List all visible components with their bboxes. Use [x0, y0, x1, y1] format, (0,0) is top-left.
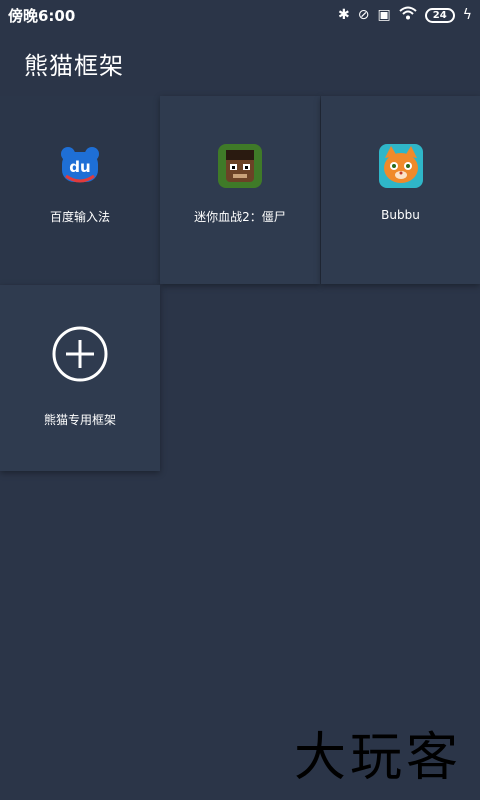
sim-icon: ▣: [377, 7, 391, 23]
add-framework-label: 熊猫专用框架: [43, 413, 116, 427]
app-label: 百度输入法: [49, 210, 110, 224]
status-icons: ✱ ⊘ ▣ 24 ϟ: [338, 6, 472, 24]
battery-level: 24: [432, 9, 447, 21]
app-grid: du 百度输入法 迷你血战2：僵尸 Bubbu 熊猫专用框架: [0, 96, 480, 476]
app-tile-bubbu[interactable]: Bubbu: [321, 96, 480, 284]
bluetooth-icon: ✱: [338, 7, 350, 23]
page-title: 熊猫框架: [24, 51, 124, 80]
svg-text:du: du: [69, 158, 90, 176]
baidu-input-icon: du: [58, 144, 102, 188]
charging-icon: ϟ: [462, 7, 472, 23]
wifi-icon: [399, 6, 417, 24]
app-label: Bubbu: [381, 208, 420, 222]
add-circle-icon: [52, 326, 108, 382]
bubbu-cat-icon: [378, 144, 423, 188]
status-bar: 傍晚6:00 ✱ ⊘ ▣ 24 ϟ: [0, 0, 480, 30]
app-tile-baidu-input[interactable]: du 百度输入法: [0, 96, 160, 284]
watermark: 大玩客: [293, 728, 462, 788]
app-bar: 熊猫框架: [0, 30, 480, 96]
mini-zombie-game-icon: [218, 144, 262, 188]
alarm-off-icon: ⊘: [357, 7, 370, 23]
add-framework-tile[interactable]: 熊猫专用框架: [0, 285, 160, 471]
status-time: 傍晚6:00: [8, 6, 76, 25]
app-label: 迷你血战2：僵尸: [194, 210, 286, 224]
app-tile-mini-zombie[interactable]: 迷你血战2：僵尸: [160, 96, 320, 284]
battery-icon: 24: [424, 7, 455, 23]
